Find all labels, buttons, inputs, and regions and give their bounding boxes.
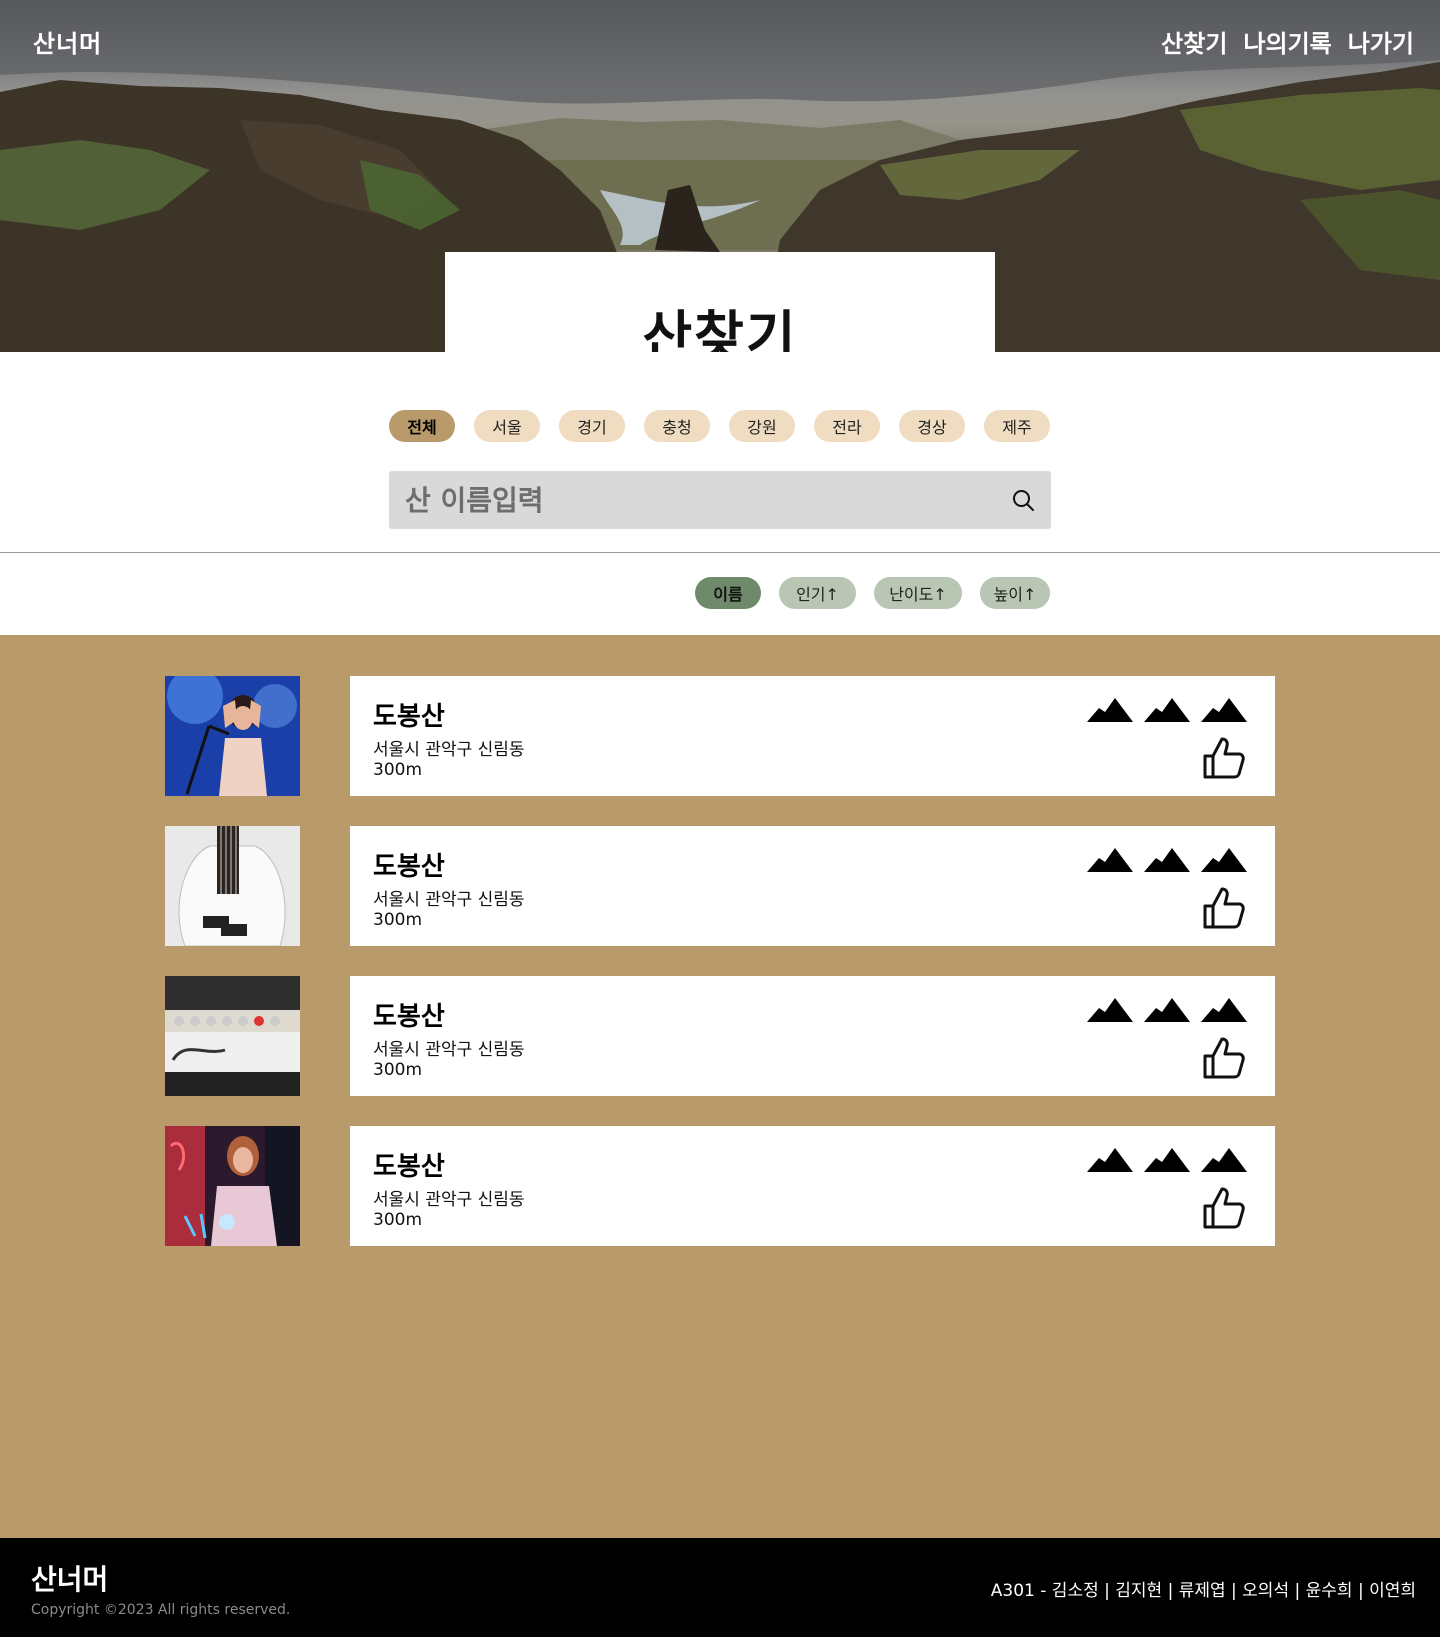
region-filter-all[interactable]: 전체 [389, 410, 455, 442]
mountain-icon [1201, 698, 1247, 722]
mountain-address: 서울시 관악구 신림동 [373, 1190, 525, 1210]
mountain-name: 도봉산 [373, 1002, 445, 1032]
page-title-card: 산찾기 [445, 252, 995, 352]
mountain-icon [1144, 848, 1190, 872]
mountain-card[interactable]: 도봉산 서울시 관악구 신림동 300m [350, 676, 1275, 796]
mountain-icon [1201, 998, 1247, 1022]
mountain-height: 300m [373, 1060, 423, 1080]
region-filter-seoul[interactable]: 서울 [474, 410, 540, 442]
region-filter-chungcheong[interactable]: 충청 [644, 410, 710, 442]
mountain-icon [1201, 1148, 1247, 1172]
footer-logo[interactable]: 산너머 [31, 1558, 108, 1598]
concert-singer-photo[interactable] [165, 676, 300, 796]
sort-group: 이름 인기↑ 난이도↑ 높이↑ [695, 577, 1050, 609]
sort-by-difficulty[interactable]: 난이도↑ [874, 577, 962, 609]
mountain-height: 300m [373, 760, 423, 780]
footer-credits: A301 - 김소정 | 김지현 | 류제엽 | 오의석 | 윤수희 | 이연희 [990, 1581, 1416, 1601]
search-bar [389, 471, 1051, 529]
top-nav: 산찾기 나의기록 나가기 [1161, 24, 1414, 59]
search-icon[interactable] [1011, 488, 1035, 512]
mountain-card[interactable]: 도봉산 서울시 관악구 신림동 300m [350, 976, 1275, 1096]
mountain-height: 300m [373, 1210, 423, 1230]
region-filter-gyeongsang[interactable]: 경상 [899, 410, 965, 442]
mountain-icon [1201, 848, 1247, 872]
search-input[interactable] [405, 471, 985, 529]
nav-my-records[interactable]: 나의기록 [1243, 24, 1331, 59]
sort-by-height[interactable]: 높이↑ [980, 577, 1050, 609]
region-filter-jeolla[interactable]: 전라 [814, 410, 880, 442]
difficulty-rating [1087, 696, 1247, 724]
difficulty-rating [1087, 1146, 1247, 1174]
nav-find-mountain[interactable]: 산찾기 [1161, 24, 1227, 59]
mountain-list-item[interactable]: 도봉산 서울시 관악구 신림동 300m [165, 676, 1275, 796]
mountain-address: 서울시 관악구 신림동 [373, 890, 525, 910]
mountain-icon [1087, 698, 1133, 722]
mountain-name: 도봉산 [373, 1152, 445, 1182]
region-filter-gyeonggi[interactable]: 경기 [559, 410, 625, 442]
mountain-list-item[interactable]: 도봉산 서울시 관악구 신림동 300m [165, 826, 1275, 946]
mountain-icon [1087, 998, 1133, 1022]
mountain-card[interactable]: 도봉산 서울시 관악구 신림동 300m [350, 1126, 1275, 1246]
mountain-icon [1087, 848, 1133, 872]
section-divider [0, 552, 1440, 553]
region-filter-jeju[interactable]: 제주 [984, 410, 1050, 442]
bass-guitar-photo[interactable] [165, 826, 300, 946]
mountain-list: 도봉산 서울시 관악구 신림동 300m 도봉산 서울시 관악구 신림동 300… [0, 635, 1440, 1538]
thumbs-up-icon[interactable] [1201, 886, 1247, 930]
mountain-height: 300m [373, 910, 423, 930]
mountain-address: 서울시 관악구 신림동 [373, 1040, 525, 1060]
footer: 산너머 Copyright ©2023 All rights reserved.… [0, 1538, 1440, 1637]
mountain-name: 도봉산 [373, 702, 445, 732]
thumbs-up-icon[interactable] [1201, 736, 1247, 780]
sort-by-name[interactable]: 이름 [695, 577, 761, 609]
mountain-list-item[interactable]: 도봉산 서울시 관악구 신림동 300m [165, 1126, 1275, 1246]
mountain-icon [1144, 998, 1190, 1022]
mountain-list-item[interactable]: 도봉산 서울시 관악구 신림동 300m [165, 976, 1275, 1096]
mountain-icon [1144, 1148, 1190, 1172]
site-logo[interactable]: 산너머 [33, 24, 102, 59]
thumbs-up-icon[interactable] [1201, 1036, 1247, 1080]
thumbs-up-icon[interactable] [1201, 1186, 1247, 1230]
guitar-amp-photo[interactable] [165, 976, 300, 1096]
mountain-icon [1144, 698, 1190, 722]
nav-logout[interactable]: 나가기 [1348, 24, 1414, 59]
sort-by-popularity[interactable]: 인기↑ [779, 577, 856, 609]
mountain-card[interactable]: 도봉산 서울시 관악구 신림동 300m [350, 826, 1275, 946]
footer-copyright: Copyright ©2023 All rights reserved. [31, 1602, 291, 1618]
difficulty-rating [1087, 996, 1247, 1024]
difficulty-rating [1087, 846, 1247, 874]
mountain-address: 서울시 관악구 신림동 [373, 740, 525, 760]
neon-portrait-photo[interactable] [165, 1126, 300, 1246]
mountain-icon [1087, 1148, 1133, 1172]
page-title: 산찾기 [642, 305, 798, 352]
mountain-name: 도봉산 [373, 852, 445, 882]
hero-banner: 산너머 산찾기 나의기록 나가기 산찾기 [0, 0, 1440, 352]
region-filter-gangwon[interactable]: 강원 [729, 410, 795, 442]
region-filter-group: 전체 서울 경기 충청 강원 전라 경상 제주 [389, 410, 1050, 442]
